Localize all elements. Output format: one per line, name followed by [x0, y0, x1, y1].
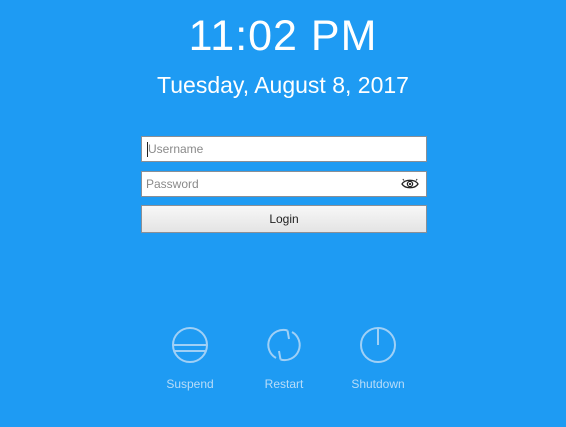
eye-icon[interactable]: [401, 177, 419, 191]
power-icon: [360, 327, 396, 363]
shutdown-label: Shutdown: [351, 377, 405, 391]
password-input[interactable]: [142, 172, 386, 196]
clock-date: Tuesday, August 8, 2017: [157, 72, 409, 98]
restart-label: Restart: [264, 377, 304, 391]
login-button[interactable]: Login: [141, 205, 427, 233]
text-caret: [147, 142, 148, 157]
shutdown-button[interactable]: Shutdown: [333, 326, 423, 391]
suspend-button[interactable]: Suspend: [145, 326, 235, 391]
password-field-wrapper: [141, 171, 427, 197]
restart-button[interactable]: Restart: [239, 326, 329, 391]
username-input[interactable]: [142, 137, 388, 161]
suspend-label: Suspend: [166, 377, 214, 391]
username-field-wrapper: [141, 136, 427, 162]
clock-time: 11:02 PM: [188, 12, 378, 60]
restart-icon: [267, 328, 301, 362]
suspend-icon: [172, 327, 208, 363]
